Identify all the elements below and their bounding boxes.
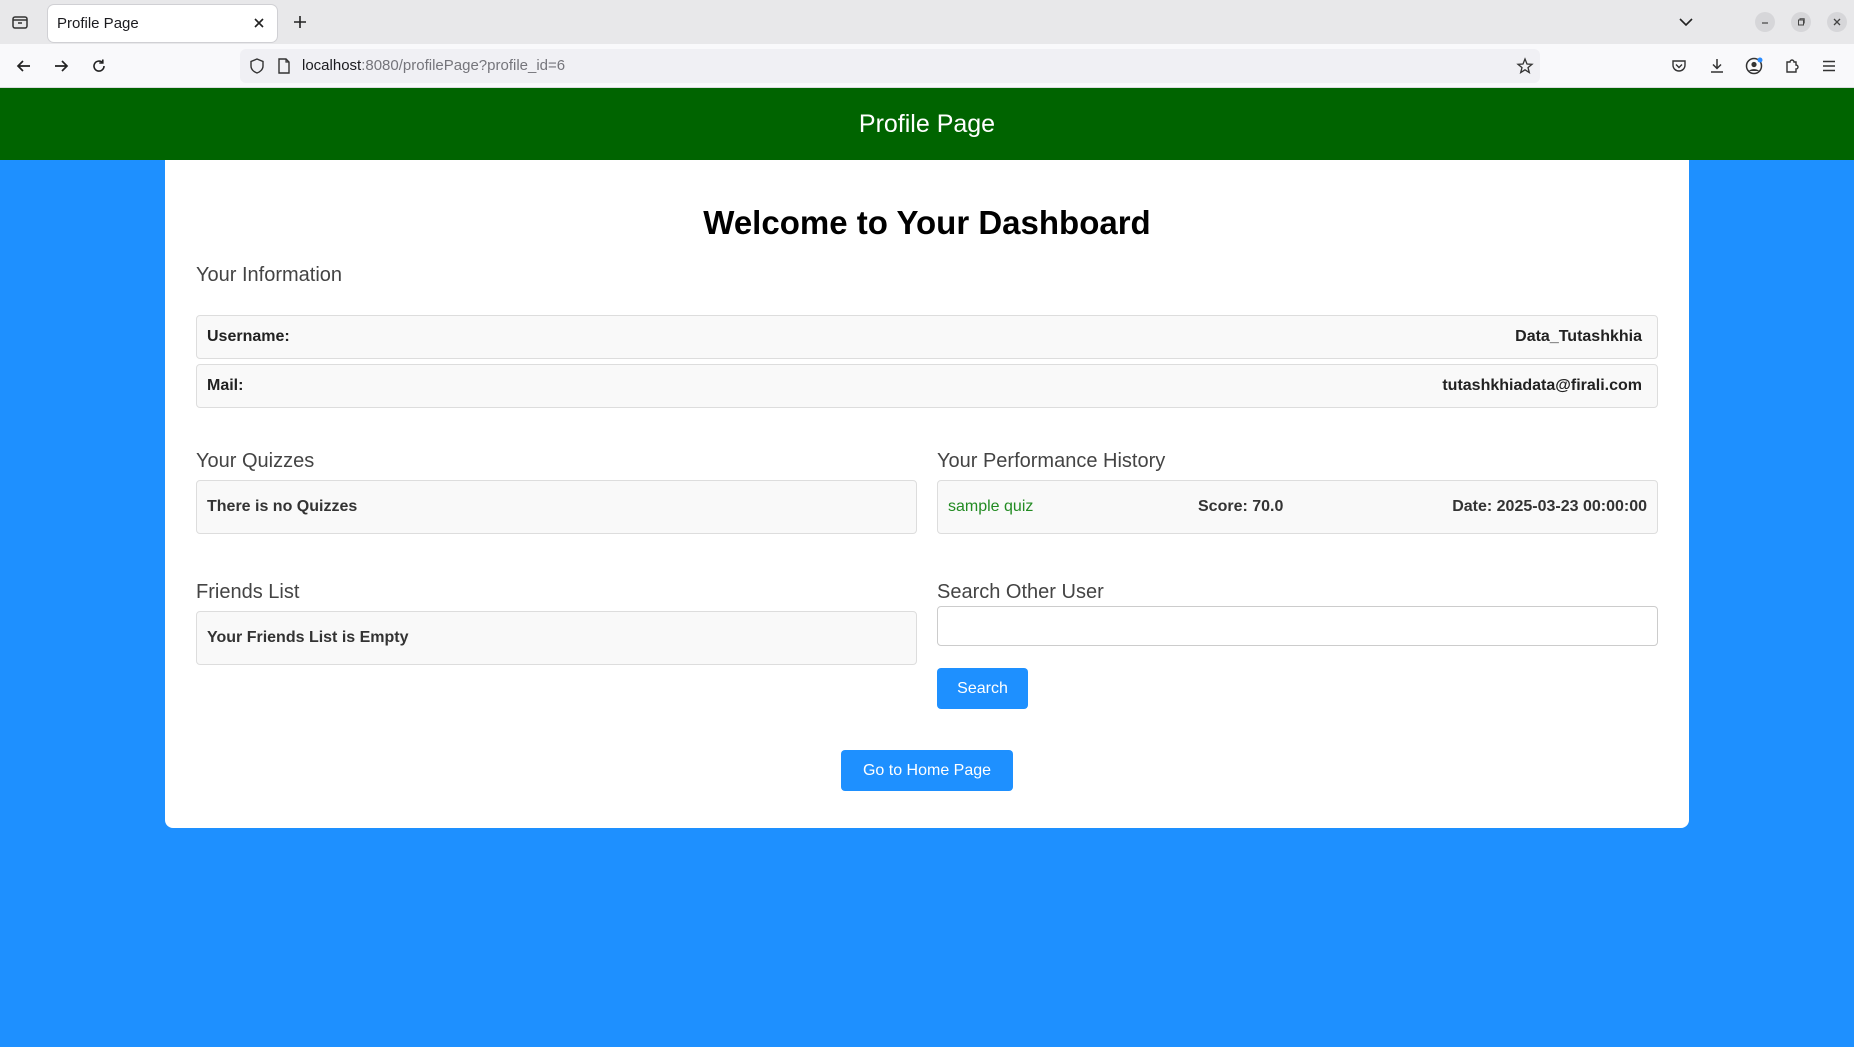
quizzes-heading: Your Quizzes xyxy=(196,450,315,472)
address-bar[interactable]: localhost:8080/profilePage?profile_id=6 xyxy=(240,49,1540,83)
dashboard-title: Welcome to Your Dashboard xyxy=(703,204,1151,241)
friends-heading: Friends List xyxy=(196,581,300,603)
mail-row: Mail: tutashkhiadata@firali.com xyxy=(196,364,1658,408)
browser-nav-bar: localhost:8080/profilePage?profile_id=6 xyxy=(0,44,1854,88)
quiz-score: Score: 70.0 xyxy=(1198,498,1284,515)
new-tab-icon[interactable] xyxy=(290,12,310,32)
menu-icon[interactable] xyxy=(1817,54,1841,78)
friends-empty-text: Your Friends List is Empty xyxy=(207,629,409,646)
quizzes-box: There is no Quizzes xyxy=(196,480,917,534)
dashboard-card: Welcome to Your Dashboard Your Informati… xyxy=(165,160,1689,828)
shield-icon[interactable] xyxy=(248,57,266,80)
search-button[interactable]: Search xyxy=(937,668,1028,709)
bookmark-star-icon[interactable] xyxy=(1516,57,1534,80)
page-header-title: Profile Page xyxy=(858,109,996,138)
performance-heading: Your Performance History xyxy=(937,450,1166,472)
info-heading: Your Information xyxy=(196,264,343,286)
quizzes-empty-text: There is no Quizzes xyxy=(207,498,358,515)
chevron-down-icon[interactable] xyxy=(1676,12,1696,32)
tab-overview-icon[interactable] xyxy=(8,10,32,34)
performance-row: sample quiz Score: 70.0 Date: 2025-03-23… xyxy=(937,480,1658,534)
close-window-icon[interactable] xyxy=(1827,12,1847,32)
pocket-icon[interactable] xyxy=(1667,54,1691,78)
quiz-link[interactable]: sample quiz xyxy=(948,498,1033,516)
minimize-icon[interactable] xyxy=(1755,12,1775,32)
username-value: Data_Tutashkhia xyxy=(1515,328,1642,345)
search-user-input[interactable] xyxy=(937,606,1658,646)
home-page-button[interactable]: Go to Home Page xyxy=(841,750,1013,791)
search-heading: Search Other User xyxy=(937,581,1104,603)
account-icon[interactable] xyxy=(1742,54,1766,78)
username-row: Username: Data_Tutashkhia xyxy=(196,315,1658,359)
restore-icon[interactable] xyxy=(1791,12,1811,32)
username-label: Username: xyxy=(207,328,290,345)
browser-tab-bar: Profile Page xyxy=(0,0,1854,44)
friends-box: Your Friends List is Empty xyxy=(196,611,917,665)
back-arrow-icon[interactable] xyxy=(12,54,36,78)
download-icon[interactable] xyxy=(1705,54,1729,78)
mail-label: Mail: xyxy=(207,377,244,394)
extensions-icon[interactable] xyxy=(1780,54,1804,78)
page-header: Profile Page xyxy=(0,88,1854,160)
reload-icon[interactable] xyxy=(87,54,111,78)
tab-title: Profile Page xyxy=(57,15,139,32)
page-info-icon[interactable] xyxy=(276,57,292,80)
forward-arrow-icon[interactable] xyxy=(49,54,73,78)
close-tab-icon[interactable] xyxy=(251,15,267,31)
browser-tab[interactable]: Profile Page xyxy=(48,5,277,42)
url-text[interactable]: localhost:8080/profilePage?profile_id=6 xyxy=(302,57,565,74)
quiz-date: Date: 2025-03-23 00:00:00 xyxy=(1452,498,1647,515)
mail-value: tutashkhiadata@firali.com xyxy=(1442,377,1642,394)
